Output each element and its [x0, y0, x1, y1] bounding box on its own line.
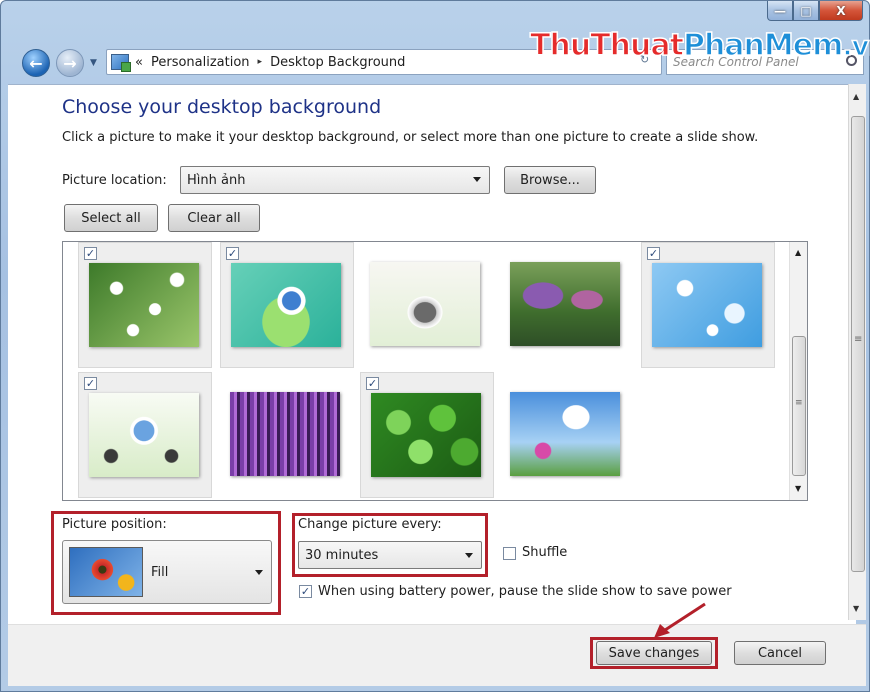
- control-panel-icon: [111, 54, 131, 72]
- picture-thumbnail[interactable]: [510, 392, 620, 476]
- watermark-logo: ThuThuatPhanMem.vn: [529, 27, 870, 64]
- grip-icon: ≡: [854, 334, 863, 345]
- maximize-button[interactable]: □: [793, 1, 819, 21]
- scroll-up-icon[interactable]: ▲: [853, 92, 859, 101]
- annotation-arrow-icon: [654, 602, 706, 638]
- picture-thumbnail[interactable]: [370, 262, 480, 346]
- scroll-down-icon[interactable]: ▼: [795, 484, 801, 493]
- battery-checkbox[interactable]: ✓: [299, 585, 312, 598]
- select-all-button[interactable]: Select all: [64, 204, 158, 232]
- picture-tile-6[interactable]: ✓: [78, 372, 212, 498]
- breadcrumb-personalization[interactable]: Personalization: [151, 55, 250, 70]
- picture-thumbnail[interactable]: [89, 393, 199, 477]
- close-button[interactable]: X: [819, 1, 863, 21]
- picture-thumbnail[interactable]: [231, 263, 341, 347]
- page-title: Choose your desktop background: [62, 96, 382, 118]
- picture-thumbnail[interactable]: [371, 393, 481, 477]
- grip-icon: ≡: [795, 398, 803, 408]
- browse-button[interactable]: Browse...: [504, 166, 596, 194]
- picture-thumbnail[interactable]: [89, 263, 199, 347]
- picture-checkbox[interactable]: ✓: [84, 247, 97, 260]
- highlight-save-button: [590, 637, 718, 669]
- scroll-down-icon[interactable]: ▼: [853, 604, 859, 613]
- picture-tile-2[interactable]: ✓: [220, 242, 354, 368]
- picture-tile-7[interactable]: [220, 372, 354, 498]
- page-scrollbar[interactable]: ▲ ≡ ▼: [848, 84, 866, 620]
- picture-checkbox[interactable]: ✓: [647, 247, 660, 260]
- picture-grid: ✓ ✓ ✓ ✓ ✓ ▲ ≡ ▼: [62, 241, 808, 501]
- window-controls: — □ X: [767, 1, 863, 23]
- breadcrumb-desktop-background[interactable]: Desktop Background: [270, 55, 405, 70]
- picture-tile-5[interactable]: ✓: [641, 242, 775, 368]
- picture-tile-9[interactable]: [500, 372, 634, 498]
- highlight-change-picture: [292, 513, 488, 577]
- picture-location-label: Picture location:: [62, 173, 167, 188]
- battery-label[interactable]: When using battery power, pause the slid…: [318, 584, 732, 599]
- shuffle-checkbox[interactable]: [503, 547, 516, 560]
- picture-tile-3[interactable]: [360, 242, 494, 368]
- picture-location-select[interactable]: Hình ảnh: [180, 166, 490, 194]
- scroll-up-icon[interactable]: ▲: [795, 248, 801, 257]
- highlight-picture-position: [51, 511, 281, 615]
- picture-tile-1[interactable]: ✓: [78, 242, 212, 368]
- picture-thumbnail[interactable]: [510, 262, 620, 346]
- breadcrumb-separator[interactable]: ▸: [258, 57, 263, 67]
- back-button[interactable]: ←: [22, 49, 50, 77]
- picture-checkbox[interactable]: ✓: [366, 377, 379, 390]
- recent-pages-dropdown[interactable]: ▼: [90, 58, 97, 68]
- picture-thumbnail[interactable]: [230, 392, 340, 476]
- picture-checkbox[interactable]: ✓: [84, 377, 97, 390]
- shuffle-label[interactable]: Shuffle: [522, 545, 567, 560]
- grid-scrollbar[interactable]: ▲ ≡ ▼: [789, 242, 807, 500]
- page-description: Click a picture to make it your desktop …: [62, 130, 759, 145]
- cancel-button[interactable]: Cancel: [734, 641, 826, 665]
- minimize-button[interactable]: —: [767, 1, 793, 21]
- picture-checkbox[interactable]: ✓: [226, 247, 239, 260]
- picture-thumbnail[interactable]: [652, 263, 762, 347]
- picture-tile-4[interactable]: [500, 242, 634, 368]
- chevron-down-icon: [473, 177, 481, 182]
- picture-location-value: Hình ảnh: [187, 172, 246, 188]
- clear-all-button[interactable]: Clear all: [168, 204, 260, 232]
- forward-button[interactable]: →: [56, 49, 84, 77]
- breadcrumb-prefix[interactable]: «: [135, 55, 143, 70]
- picture-tile-8[interactable]: ✓: [360, 372, 494, 498]
